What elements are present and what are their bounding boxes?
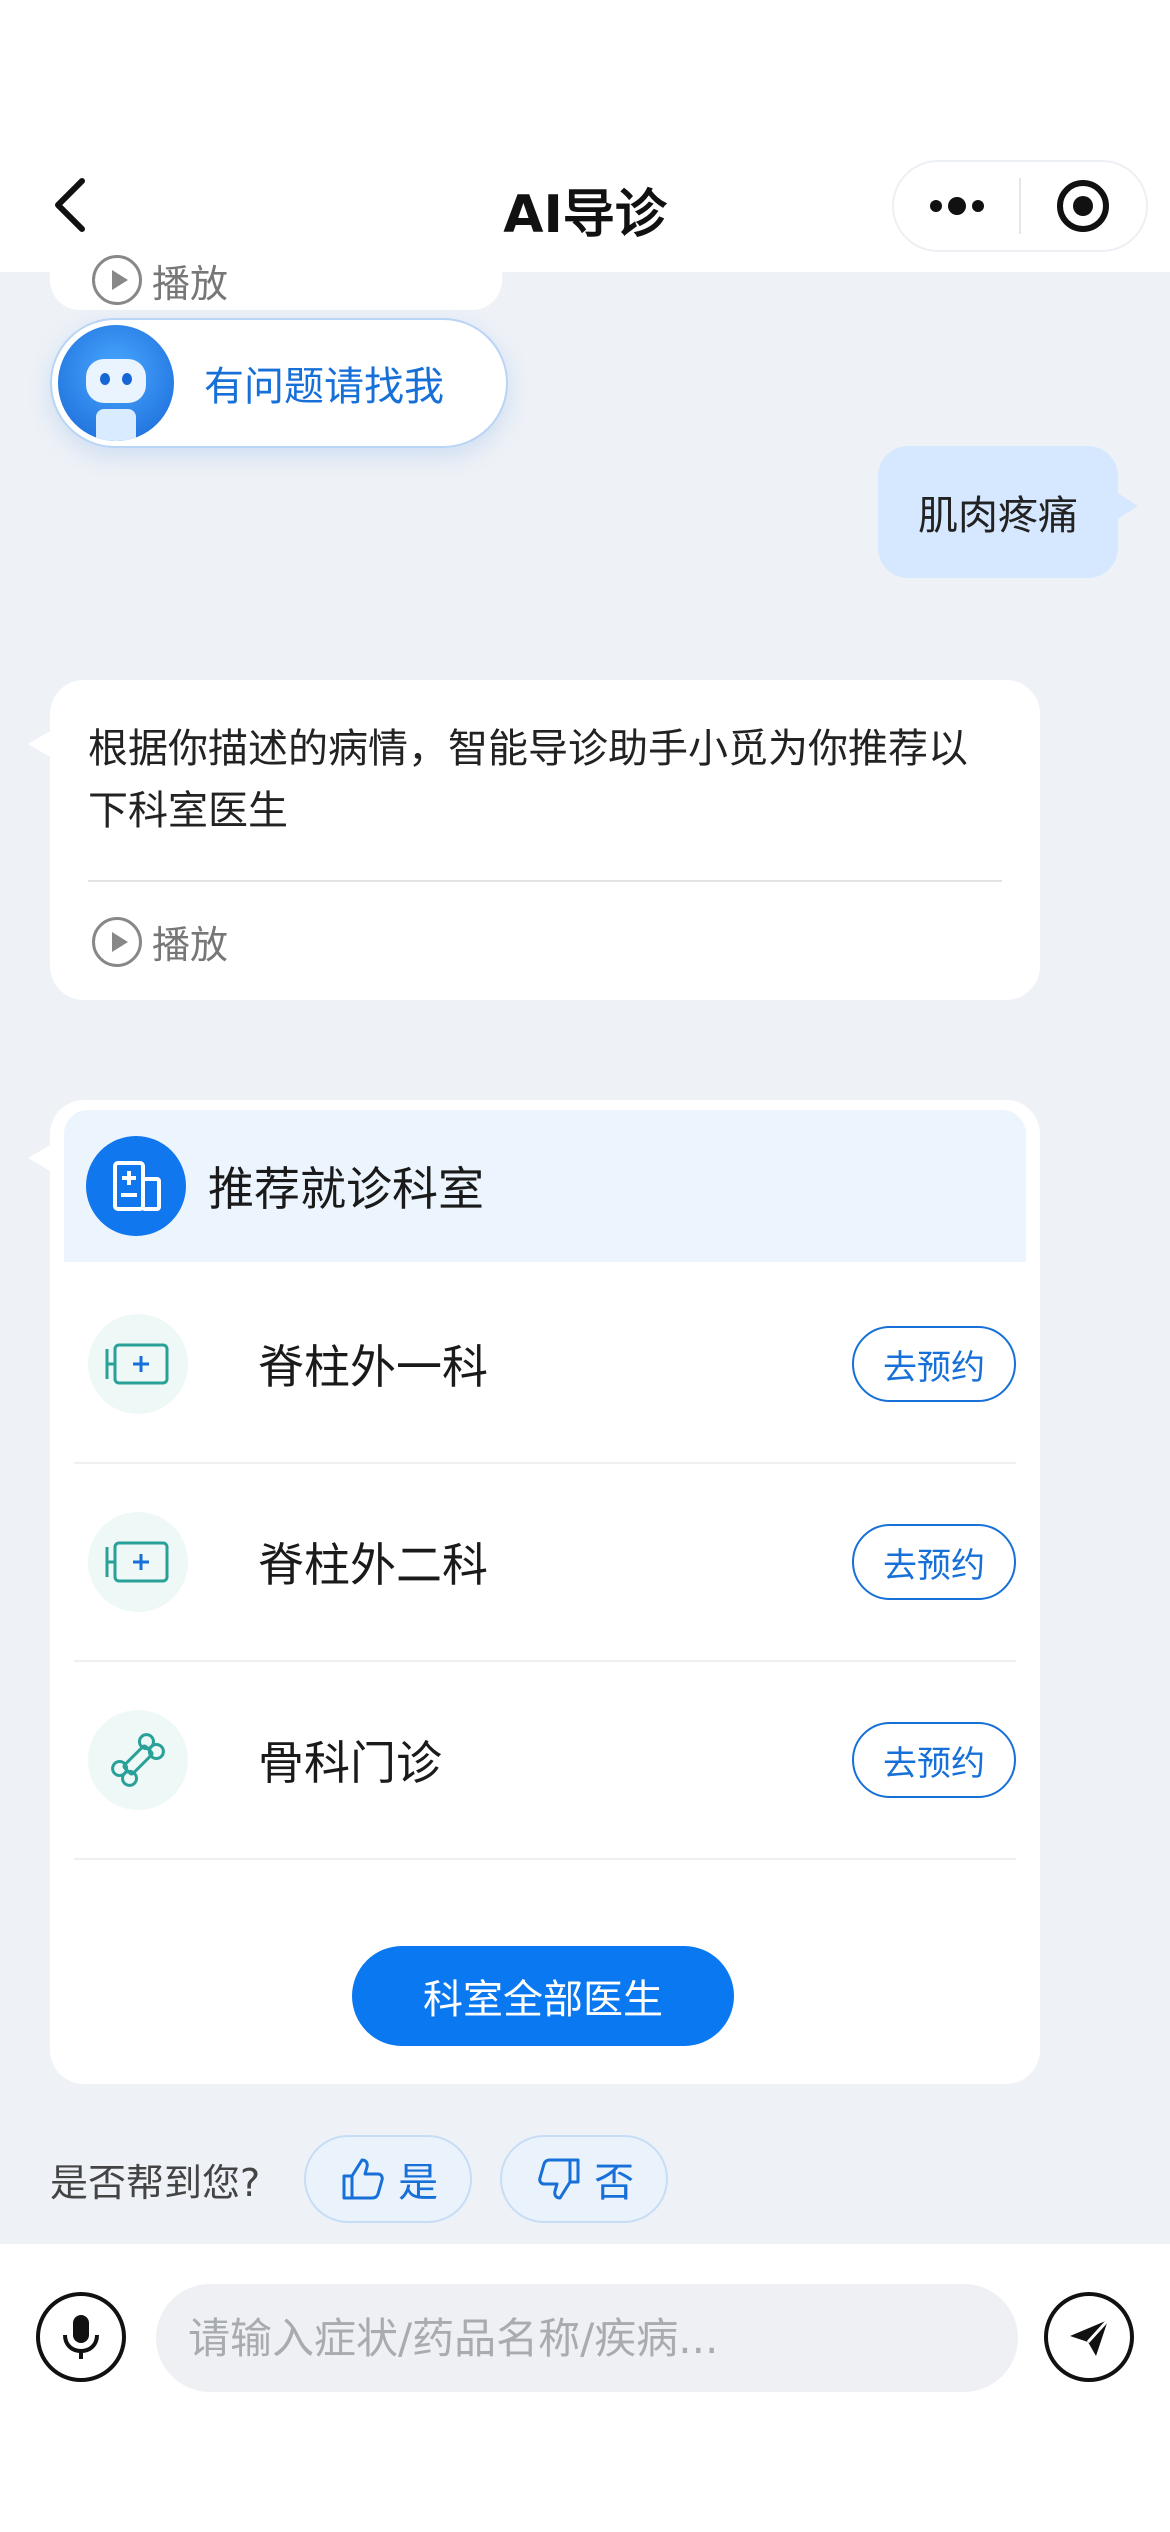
- input-bar: [0, 2244, 1170, 2532]
- book-button[interactable]: 去预约: [852, 1722, 1016, 1798]
- play-icon: [92, 916, 142, 967]
- card-header: 推荐就诊科室: [64, 1110, 1026, 1262]
- all-doctors-button[interactable]: 科室全部医生: [352, 1946, 734, 2046]
- feedback-question: 是否帮到您?: [50, 2160, 261, 2205]
- bot-message-text: 根据你描述的病情，智能导诊助手小觅为你推荐以下科室医生: [88, 726, 968, 834]
- microphone-icon: [63, 2315, 99, 2359]
- play-icon: [92, 255, 142, 305]
- user-message-bubble: 肌肉疼痛: [878, 446, 1138, 578]
- department-row[interactable]: 骨科门诊 去预约: [74, 1662, 1016, 1860]
- symptom-input[interactable]: [156, 2284, 1018, 2392]
- user-message-text: 肌肉疼痛: [918, 493, 1078, 539]
- send-button[interactable]: [1044, 2292, 1134, 2382]
- voice-button[interactable]: [36, 2292, 126, 2382]
- yes-button[interactable]: 是: [304, 2135, 473, 2223]
- send-icon: [1070, 2318, 1110, 2356]
- clinic-icon: [88, 1512, 188, 1612]
- no-button[interactable]: 否: [500, 2135, 669, 2223]
- play-button[interactable]: 播放: [92, 914, 228, 969]
- more-button[interactable]: [894, 162, 1019, 250]
- robot-avatar: [58, 325, 174, 441]
- bone-icon: [88, 1710, 188, 1810]
- previous-bot-bubble: 播放: [50, 250, 502, 310]
- thumbs-up-icon: [342, 2158, 384, 2200]
- play-label: 播放: [152, 261, 229, 306]
- clinic-icon: [88, 1314, 188, 1414]
- yes-label: 是: [398, 2160, 439, 2206]
- hospital-icon: [86, 1136, 186, 1236]
- play-label: 播放: [152, 923, 229, 967]
- department-name: 骨科门诊: [258, 1736, 442, 1790]
- mini-program-capsule: [892, 160, 1148, 252]
- card-title: 推荐就诊科室: [208, 1162, 484, 1216]
- helper-text: 有问题请找我: [204, 364, 444, 410]
- department-row[interactable]: 脊柱外二科 去预约: [74, 1464, 1016, 1662]
- recommended-departments-card: 推荐就诊科室 脊柱外一科 去预约 脊柱外二科 去预约 骨科门诊 去预约 科室全部…: [28, 1100, 1040, 2084]
- close-button[interactable]: [1021, 162, 1146, 250]
- play-button[interactable]: 播放: [92, 253, 228, 308]
- no-label: 否: [594, 2160, 635, 2206]
- department-name: 脊柱外一科: [258, 1340, 488, 1394]
- thumbs-down-icon: [538, 2158, 580, 2200]
- feedback-row: 是否帮到您? 是 否: [50, 2134, 1050, 2224]
- divider: [88, 880, 1002, 882]
- top-bar: AI导诊: [0, 0, 1170, 272]
- helper-pill[interactable]: 有问题请找我: [50, 318, 508, 448]
- book-button[interactable]: 去预约: [852, 1524, 1016, 1600]
- more-dots-icon: [929, 197, 984, 215]
- bot-message-bubble: 根据你描述的病情，智能导诊助手小觅为你推荐以下科室医生 播放: [28, 680, 1040, 1000]
- department-row[interactable]: 脊柱外一科 去预约: [74, 1266, 1016, 1464]
- department-name: 脊柱外二科: [258, 1538, 488, 1592]
- target-icon: [1057, 180, 1110, 232]
- book-button[interactable]: 去预约: [852, 1326, 1016, 1402]
